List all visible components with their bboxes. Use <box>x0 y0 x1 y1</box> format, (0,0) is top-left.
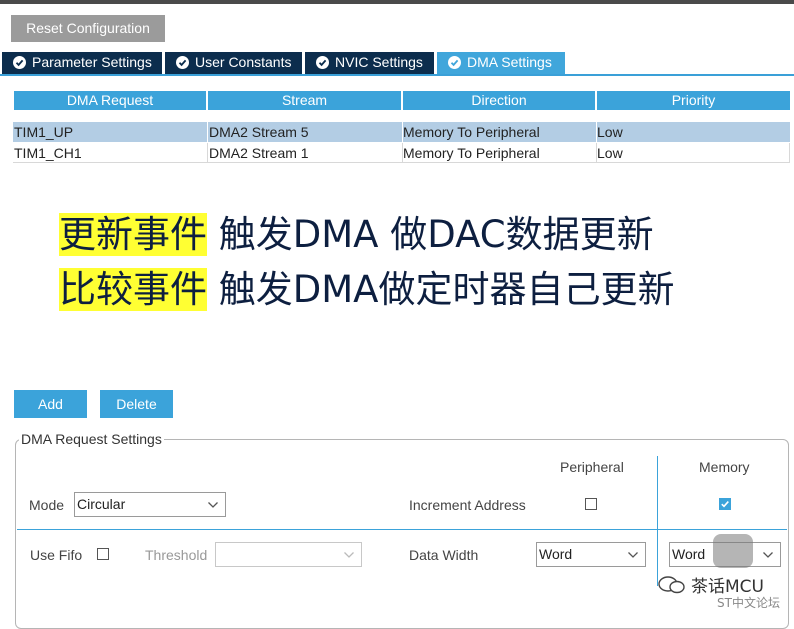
tab-label: Parameter Settings <box>32 54 152 70</box>
tab-underline <box>0 74 794 76</box>
cell-priority: Low <box>597 145 623 161</box>
table-row[interactable]: TIM1_CH1 DMA2 Stream 1 Memory To Periphe… <box>13 143 790 163</box>
tab-nvic-settings[interactable]: NVIC Settings <box>305 52 434 74</box>
annotation-highlight: 更新事件 <box>59 213 207 256</box>
tab-label: NVIC Settings <box>335 54 423 70</box>
check-circle-icon <box>13 56 26 69</box>
check-circle-icon <box>448 56 461 69</box>
peripheral-data-width-select[interactable]: Word <box>536 542 646 567</box>
cell-priority: Low <box>597 124 623 140</box>
mode-value: Circular <box>77 496 126 512</box>
tab-bar: Parameter Settings User Constants NVIC S… <box>2 52 794 74</box>
data-width-label: Data Width <box>409 547 479 563</box>
settings-divider <box>17 529 787 530</box>
reset-configuration-button[interactable]: Reset Configuration <box>11 15 165 42</box>
tab-user-constants[interactable]: User Constants <box>165 52 302 74</box>
group-legend: DMA Request Settings <box>19 431 164 447</box>
watermark-subtitle: ST中文论坛 <box>717 596 780 610</box>
threshold-select[interactable] <box>215 542 362 567</box>
column-header-priority[interactable]: Priority <box>597 91 790 110</box>
increment-address-label: Increment Address <box>409 497 526 513</box>
cell-request: TIM1_UP <box>14 124 74 140</box>
add-button[interactable]: Add <box>14 390 87 418</box>
memory-width-value: Word <box>672 546 706 562</box>
annotation-text: 触发DMA做定时器自己更新 <box>207 268 675 311</box>
tab-label: DMA Settings <box>467 54 552 70</box>
mode-label: Mode <box>29 497 65 513</box>
check-circle-icon <box>316 56 329 69</box>
mode-select[interactable]: Circular <box>74 492 226 517</box>
cell-stream: DMA2 Stream 1 <box>209 145 309 161</box>
increment-memory-checkbox[interactable] <box>719 498 731 510</box>
increment-peripheral-checkbox[interactable] <box>585 498 597 510</box>
watermark: 茶话MCU ST中文论坛 <box>655 534 794 617</box>
cell-direction: Memory To Peripheral <box>403 124 540 140</box>
peripheral-header: Peripheral <box>560 459 624 475</box>
column-header-dma-request[interactable]: DMA Request <box>14 91 206 110</box>
cell-request: TIM1_CH1 <box>14 145 82 161</box>
check-icon <box>721 501 729 508</box>
chevron-down-icon <box>208 502 218 508</box>
delete-button[interactable]: Delete <box>100 390 173 418</box>
memory-header: Memory <box>699 459 750 475</box>
memory-column-divider <box>657 456 658 586</box>
window-top-border <box>0 0 794 4</box>
annotation-line-2: 比较事件 触发DMA做定时器自己更新 <box>59 268 675 312</box>
annotation-line-1: 更新事件 触发DMA 做DAC数据更新 <box>59 213 654 257</box>
tab-parameter-settings[interactable]: Parameter Settings <box>2 52 162 74</box>
annotation-text: 触发DMA 做DAC数据更新 <box>207 213 654 256</box>
threshold-label: Threshold <box>145 547 208 563</box>
chat-bubble-icon <box>713 534 753 568</box>
peripheral-width-value: Word <box>539 546 573 562</box>
table-row[interactable]: TIM1_UP DMA2 Stream 5 Memory To Peripher… <box>13 122 790 142</box>
chevron-down-icon <box>628 552 638 558</box>
annotation-highlight: 比较事件 <box>59 268 207 311</box>
wechat-icon <box>658 576 685 594</box>
column-header-stream[interactable]: Stream <box>208 91 401 110</box>
tab-label: User Constants <box>195 54 292 70</box>
column-header-direction[interactable]: Direction <box>403 91 595 110</box>
tab-dma-settings[interactable]: DMA Settings <box>437 52 565 74</box>
use-fifo-checkbox[interactable] <box>97 548 109 560</box>
use-fifo-label: Use Fifo <box>30 547 83 563</box>
cell-direction: Memory To Peripheral <box>403 145 540 161</box>
chevron-down-icon <box>344 552 354 558</box>
chevron-down-icon <box>763 552 773 558</box>
cell-stream: DMA2 Stream 5 <box>209 124 309 140</box>
check-circle-icon <box>176 56 189 69</box>
